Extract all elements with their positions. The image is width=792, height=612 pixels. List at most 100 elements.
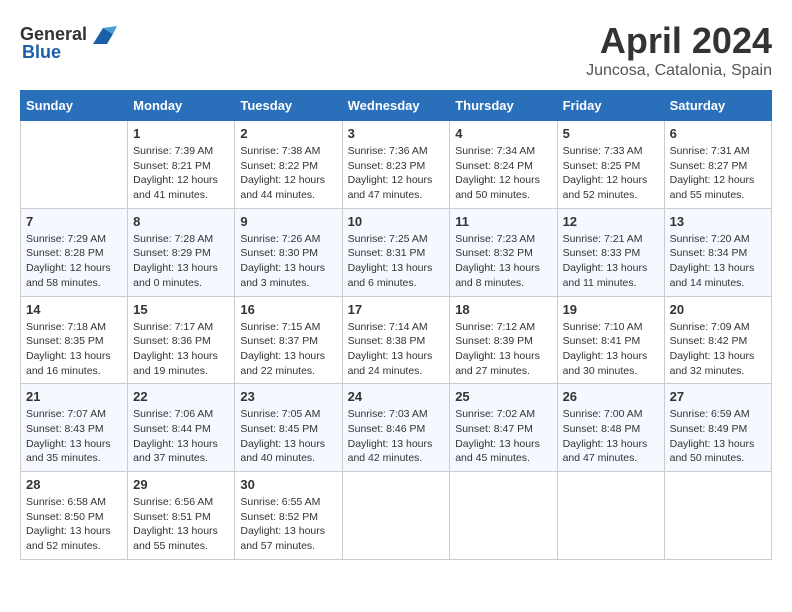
calendar-day-cell: 27Sunrise: 6:59 AMSunset: 8:49 PMDayligh… — [664, 384, 771, 472]
calendar-day-cell: 10 Sunrise: 7:25 AMSunset: 8:31 PMDayligh… — [342, 208, 450, 296]
calendar-day-cell: 14 Sunrise: 7:18 AMSunset: 8:35 PMDayligh… — [21, 296, 128, 384]
calendar-day-cell: 7 Sunrise: 7:29 AMSunset: 8:28 PMDaylight… — [21, 208, 128, 296]
day-info: Sunrise: 7:29 AMSunset: 8:28 PMDaylight:… — [26, 232, 122, 291]
day-info: Sunrise: 7:05 AMSunset: 8:45 PMDaylight:… — [240, 407, 336, 466]
calendar-week-row: 7 Sunrise: 7:29 AMSunset: 8:28 PMDaylight… — [21, 208, 772, 296]
day-of-week-header: Monday — [128, 91, 235, 121]
day-number: 10 — [348, 214, 445, 229]
day-info: Sunrise: 7:20 AMSunset: 8:34 PMDaylight:… — [670, 232, 766, 291]
calendar-day-cell: 20 Sunrise: 7:09 AMSunset: 8:42 PMDayligh… — [664, 296, 771, 384]
calendar-day-cell: 5 Sunrise: 7:33 AMSunset: 8:25 PMDaylight… — [557, 121, 664, 209]
day-info: Sunrise: 6:55 AMSunset: 8:52 PMDaylight:… — [240, 495, 336, 554]
day-info: Sunrise: 7:00 AMSunset: 8:48 PMDaylight:… — [563, 407, 659, 466]
day-info: Sunrise: 7:36 AMSunset: 8:23 PMDaylight:… — [348, 144, 445, 203]
calendar-day-cell: 1 Sunrise: 7:39 AMSunset: 8:21 PMDaylight… — [128, 121, 235, 209]
calendar-day-cell — [557, 472, 664, 560]
day-info: Sunrise: 7:21 AMSunset: 8:33 PMDaylight:… — [563, 232, 659, 291]
day-info: Sunrise: 7:31 AMSunset: 8:27 PMDaylight:… — [670, 144, 766, 203]
day-number: 4 — [455, 126, 551, 141]
day-number: 7 — [26, 214, 122, 229]
day-number: 16 — [240, 302, 336, 317]
day-number: 26 — [563, 389, 659, 404]
day-info: Sunrise: 7:06 AMSunset: 8:44 PMDaylight:… — [133, 407, 229, 466]
calendar-body: 1 Sunrise: 7:39 AMSunset: 8:21 PMDaylight… — [21, 121, 772, 560]
logo-blue: Blue — [22, 42, 61, 63]
day-number: 18 — [455, 302, 551, 317]
calendar-day-cell: 8 Sunrise: 7:28 AMSunset: 8:29 PMDaylight… — [128, 208, 235, 296]
day-info: Sunrise: 7:10 AMSunset: 8:41 PMDaylight:… — [563, 320, 659, 379]
day-number: 28 — [26, 477, 122, 492]
day-info: Sunrise: 7:25 AMSunset: 8:31 PMDaylight:… — [348, 232, 445, 291]
calendar-day-cell: 11Sunrise: 7:23 AMSunset: 8:32 PMDayligh… — [450, 208, 557, 296]
day-of-week-header: Wednesday — [342, 91, 450, 121]
calendar-table: SundayMondayTuesdayWednesdayThursdayFrid… — [20, 90, 772, 560]
calendar-day-cell — [21, 121, 128, 209]
calendar-header-row: SundayMondayTuesdayWednesdayThursdayFrid… — [21, 91, 772, 121]
day-number: 25 — [455, 389, 551, 404]
day-info: Sunrise: 7:28 AMSunset: 8:29 PMDaylight:… — [133, 232, 229, 291]
day-info: Sunrise: 7:39 AMSunset: 8:21 PMDaylight:… — [133, 144, 229, 203]
day-number: 15 — [133, 302, 229, 317]
calendar-day-cell: 28 Sunrise: 6:58 AMSunset: 8:50 PMDayligh… — [21, 472, 128, 560]
location-title: Juncosa, Catalonia, Spain — [586, 62, 772, 80]
day-number: 21 — [26, 389, 122, 404]
calendar-day-cell: 23 Sunrise: 7:05 AMSunset: 8:45 PMDayligh… — [235, 384, 342, 472]
day-info: Sunrise: 7:15 AMSunset: 8:37 PMDaylight:… — [240, 320, 336, 379]
day-of-week-header: Thursday — [450, 91, 557, 121]
day-info: Sunrise: 7:09 AMSunset: 8:42 PMDaylight:… — [670, 320, 766, 379]
day-info: Sunrise: 6:58 AMSunset: 8:50 PMDaylight:… — [26, 495, 122, 554]
day-info: Sunrise: 7:12 AMSunset: 8:39 PMDaylight:… — [455, 320, 551, 379]
calendar-day-cell: 16 Sunrise: 7:15 AMSunset: 8:37 PMDayligh… — [235, 296, 342, 384]
day-of-week-header: Saturday — [664, 91, 771, 121]
day-of-week-header: Sunday — [21, 91, 128, 121]
day-number: 23 — [240, 389, 336, 404]
day-info: Sunrise: 7:38 AMSunset: 8:22 PMDaylight:… — [240, 144, 336, 203]
calendar-week-row: 1 Sunrise: 7:39 AMSunset: 8:21 PMDaylight… — [21, 121, 772, 209]
title-area: April 2024 Juncosa, Catalonia, Spain — [586, 20, 772, 80]
day-info: Sunrise: 7:03 AMSunset: 8:46 PMDaylight:… — [348, 407, 445, 466]
day-info: Sunrise: 7:33 AMSunset: 8:25 PMDaylight:… — [563, 144, 659, 203]
calendar-day-cell: 15 Sunrise: 7:17 AMSunset: 8:36 PMDayligh… — [128, 296, 235, 384]
day-info: Sunrise: 7:02 AMSunset: 8:47 PMDaylight:… — [455, 407, 551, 466]
page-header: General Blue April 2024 Juncosa, Catalon… — [20, 20, 772, 80]
day-info: Sunrise: 7:14 AMSunset: 8:38 PMDaylight:… — [348, 320, 445, 379]
calendar-day-cell: 13Sunrise: 7:20 AMSunset: 8:34 PMDayligh… — [664, 208, 771, 296]
day-number: 1 — [133, 126, 229, 141]
day-of-week-header: Friday — [557, 91, 664, 121]
calendar-week-row: 21Sunrise: 7:07 AMSunset: 8:43 PMDayligh… — [21, 384, 772, 472]
day-number: 2 — [240, 126, 336, 141]
day-number: 11 — [455, 214, 551, 229]
calendar-day-cell — [664, 472, 771, 560]
day-info: Sunrise: 7:17 AMSunset: 8:36 PMDaylight:… — [133, 320, 229, 379]
calendar-day-cell: 25 Sunrise: 7:02 AMSunset: 8:47 PMDayligh… — [450, 384, 557, 472]
day-number: 9 — [240, 214, 336, 229]
day-info: Sunrise: 7:18 AMSunset: 8:35 PMDaylight:… — [26, 320, 122, 379]
day-number: 3 — [348, 126, 445, 141]
calendar-week-row: 14 Sunrise: 7:18 AMSunset: 8:35 PMDayligh… — [21, 296, 772, 384]
day-number: 14 — [26, 302, 122, 317]
calendar-day-cell: 26 Sunrise: 7:00 AMSunset: 8:48 PMDayligh… — [557, 384, 664, 472]
calendar-day-cell: 9 Sunrise: 7:26 AMSunset: 8:30 PMDaylight… — [235, 208, 342, 296]
day-number: 5 — [563, 126, 659, 141]
day-number: 30 — [240, 477, 336, 492]
day-number: 19 — [563, 302, 659, 317]
day-info: Sunrise: 7:26 AMSunset: 8:30 PMDaylight:… — [240, 232, 336, 291]
calendar-day-cell: 19 Sunrise: 7:10 AMSunset: 8:41 PMDayligh… — [557, 296, 664, 384]
day-info: Sunrise: 7:34 AMSunset: 8:24 PMDaylight:… — [455, 144, 551, 203]
calendar-day-cell — [450, 472, 557, 560]
calendar-day-cell: 4 Sunrise: 7:34 AMSunset: 8:24 PMDaylight… — [450, 121, 557, 209]
calendar-week-row: 28 Sunrise: 6:58 AMSunset: 8:50 PMDayligh… — [21, 472, 772, 560]
calendar-day-cell: 29Sunrise: 6:56 AMSunset: 8:51 PMDayligh… — [128, 472, 235, 560]
calendar-day-cell: 6Sunrise: 7:31 AMSunset: 8:27 PMDaylight… — [664, 121, 771, 209]
calendar-day-cell: 21Sunrise: 7:07 AMSunset: 8:43 PMDayligh… — [21, 384, 128, 472]
calendar-day-cell: 24Sunrise: 7:03 AMSunset: 8:46 PMDayligh… — [342, 384, 450, 472]
day-number: 17 — [348, 302, 445, 317]
logo-icon — [89, 20, 117, 48]
day-info: Sunrise: 6:59 AMSunset: 8:49 PMDaylight:… — [670, 407, 766, 466]
month-title: April 2024 — [586, 20, 772, 62]
calendar-day-cell: 30 Sunrise: 6:55 AMSunset: 8:52 PMDayligh… — [235, 472, 342, 560]
day-number: 22 — [133, 389, 229, 404]
day-number: 8 — [133, 214, 229, 229]
logo: General Blue — [20, 20, 117, 63]
day-number: 20 — [670, 302, 766, 317]
